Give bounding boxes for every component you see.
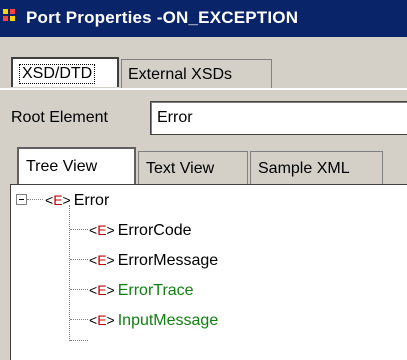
tree-node-label: InputMessage [117, 312, 219, 329]
title-bar[interactable]: Port Properties -ON_EXCEPTION [0, 0, 407, 37]
tree-node-label: ErrorMessage [117, 252, 219, 269]
tab-label: Text View [146, 160, 215, 177]
tab-text-view[interactable]: Text View [138, 151, 248, 184]
tab-label: Sample XML [258, 160, 350, 177]
tree-connector [27, 199, 43, 200]
element-tag-icon: <E> [89, 222, 115, 238]
element-tag-icon: <E> [89, 312, 115, 328]
tree-node-errormessage[interactable]: <E> ErrorMessage [89, 249, 218, 271]
collapse-toggle-icon[interactable] [16, 194, 27, 205]
element-tag-icon: <E> [89, 252, 115, 268]
tree-node-label: ErrorCode [117, 222, 192, 239]
dialog-body: XSD/DTD External XSDs Root Element Error… [0, 37, 407, 360]
tree-connector [70, 340, 88, 341]
window-title: Port Properties -ON_EXCEPTION [26, 8, 299, 27]
element-tag-icon: <E> [45, 192, 71, 208]
app-icon [3, 9, 23, 29]
tab-external-xsds[interactable]: External XSDs [121, 59, 272, 89]
element-tag-icon: <E> [89, 282, 115, 298]
tree-connector [70, 319, 88, 320]
root-element-field[interactable]: Error [150, 101, 407, 135]
tab-xsd-dtd[interactable]: XSD/DTD [11, 57, 119, 87]
tree-connector [69, 205, 70, 341]
tab-panel-border [0, 88, 407, 90]
tree-node-label: ErrorTrace [117, 282, 194, 299]
tree-view-panel[interactable]: <E> Error <E> ErrorCode <E> ErrorMessage <E… [10, 184, 407, 360]
tab-tree-view[interactable]: Tree View [17, 147, 136, 184]
tab-label: XSD/DTD [19, 64, 96, 84]
tree-node-root[interactable]: <E> Error [45, 189, 109, 211]
tree-connector [70, 229, 88, 230]
tab-label: Tree View [26, 158, 98, 175]
tree-connector [70, 259, 88, 260]
root-element-label: Root Element [11, 109, 108, 126]
tree-node-errortrace[interactable]: <E> ErrorTrace [89, 279, 194, 301]
tree-connector [70, 289, 88, 290]
tree-node-label: Error [73, 192, 110, 209]
tab-sample-xml[interactable]: Sample XML [250, 151, 383, 184]
tab-label: External XSDs [128, 66, 233, 83]
tree-node-inputmessage[interactable]: <E> InputMessage [89, 309, 218, 331]
tree-node-errorcode[interactable]: <E> ErrorCode [89, 219, 192, 241]
